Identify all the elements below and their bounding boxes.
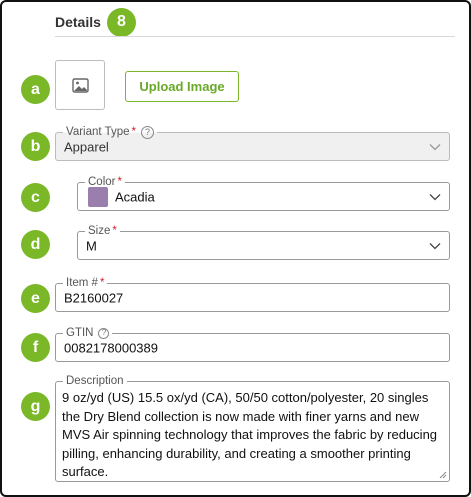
size-value: M [86,238,97,253]
chevron-down-icon [429,193,441,200]
chevron-down-icon [429,242,441,249]
resize-grip-icon[interactable] [439,471,447,479]
variant-type-select[interactable]: Variant Type * ? Apparel [55,125,450,161]
header-divider [55,36,455,37]
description-text: 9 oz/yd (US) 15.5 ox/yd (CA), 50/50 cott… [62,390,438,479]
callout-badge-g: g [21,392,50,421]
callout-badge-f: f [21,333,50,362]
callout-badge-a: a [21,75,50,104]
callout-badge-d: d [21,230,50,259]
color-swatch [88,186,108,207]
variant-type-label: Variant Type * ? [63,125,157,139]
callout-badge-e: e [21,284,50,313]
required-marker: * [112,225,117,237]
upload-image-button[interactable]: Upload Image [125,71,239,102]
step-badge: 8 [106,7,136,37]
item-number-field[interactable]: Item # * B2160027 [55,276,450,312]
required-marker: * [131,126,136,138]
help-icon[interactable]: ? [98,327,110,339]
section-title: Details [55,14,101,30]
description-textarea[interactable]: Description 9 oz/yd (US) 15.5 ox/yd (CA)… [55,374,450,482]
size-select[interactable]: Size * M [77,224,450,260]
chevron-down-icon [429,143,441,150]
item-number-value: B2160027 [64,290,124,305]
color-value: Acadia [115,189,155,204]
image-placeholder-icon [71,77,89,93]
image-thumbnail[interactable] [55,60,105,110]
callout-badge-b: b [21,132,50,161]
help-icon[interactable]: ? [141,125,154,139]
gtin-label: GTIN ? [63,326,113,340]
variant-type-value: Apparel [64,139,109,154]
required-marker: * [99,277,105,289]
description-label: Description [63,374,127,388]
gtin-value: 0082178000389 [64,340,158,355]
size-label: Size * [85,224,120,238]
details-panel: Details 8 a Upload Image b Variant Type … [0,0,471,497]
required-marker: * [117,176,122,188]
item-number-label: Item # * [63,276,108,290]
color-select[interactable]: Color * Acadia [77,175,450,211]
gtin-field[interactable]: GTIN ? 0082178000389 [55,326,450,362]
callout-badge-c: c [21,183,50,212]
section-header: Details 8 [55,7,136,37]
